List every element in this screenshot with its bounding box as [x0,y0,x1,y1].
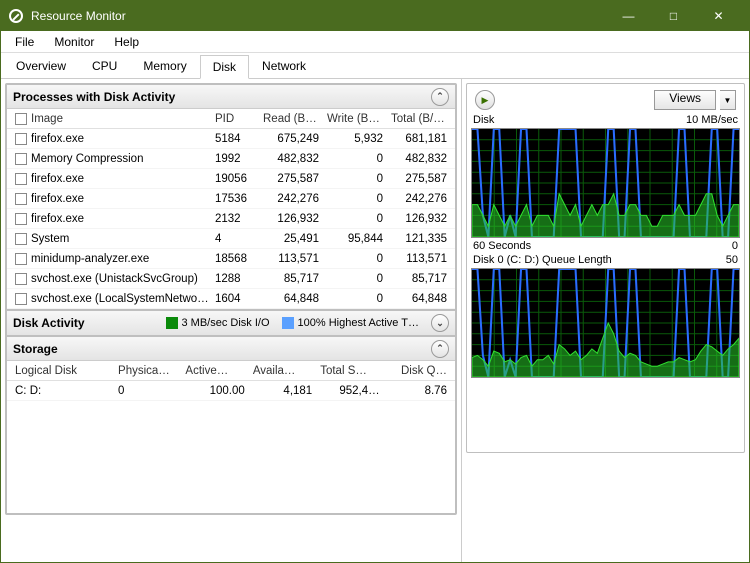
row-checkbox[interactable] [15,213,27,225]
col-total[interactable]: Total (B/sec) [387,113,451,125]
col-physical[interactable]: Physica… [114,365,181,377]
titlebar: Resource Monitor — □ ✕ [1,1,749,31]
table-row[interactable]: firefox.exe19056275,5870275,587 [7,169,455,189]
panel-processes-title: Processes with Disk Activity [13,90,175,104]
col-write[interactable]: Write (B/s… [323,113,387,125]
panel-storage-header[interactable]: Storage ⌃ [7,337,455,361]
tab-cpu[interactable]: CPU [79,54,130,78]
collapse-icon[interactable]: ⌃ [431,88,449,106]
processes-table-body: firefox.exe5184675,2495,932681,181Memory… [7,129,455,309]
chart1-canvas [471,128,740,238]
chart-queue: Disk 0 (C: D:) Queue Length 50 [471,254,740,378]
panel-disk-activity: Disk Activity 3 MB/sec Disk I/O 100% Hig… [6,310,456,336]
processes-table-header: Image PID Read (B/s… Write (B/s… Total (… [7,109,455,129]
col-diskq[interactable]: Disk Q… [384,365,451,377]
col-avail[interactable]: Availa… [249,365,316,377]
row-checkbox[interactable] [15,293,27,305]
views-button[interactable]: Views [654,90,716,110]
menubar: File Monitor Help [1,31,749,53]
panel-storage: Storage ⌃ Logical Disk Physica… Active… … [6,336,456,514]
row-checkbox[interactable] [15,273,27,285]
chart1-ymax: 10 MB/sec [686,114,738,126]
maximize-button[interactable]: □ [651,1,696,31]
graphs-frame: ▶ Views ▼ Disk 10 MB/sec 60 Seconds 0 Di… [466,83,745,453]
play-button[interactable]: ▶ [475,90,495,110]
table-row[interactable]: firefox.exe2132126,9320126,932 [7,209,455,229]
tab-overview[interactable]: Overview [3,54,79,78]
tab-disk[interactable]: Disk [200,55,249,79]
tabbar: Overview CPU Memory Disk Network [1,53,749,79]
panel-processes: Processes with Disk Activity ⌃ Image PID… [6,84,456,310]
row-checkbox[interactable] [15,193,27,205]
chart-disk: Disk 10 MB/sec 60 Seconds 0 [471,114,740,252]
table-row[interactable]: svchost.exe (UnistackSvcGroup)128885,717… [7,269,455,289]
table-row[interactable]: svchost.exe (LocalSystemNetwo…160464,848… [7,289,455,309]
table-row[interactable]: minidump-analyzer.exe18568113,5710113,57… [7,249,455,269]
chart2-canvas [471,268,740,378]
col-pid[interactable]: PID [211,113,259,125]
chart1-title: Disk [473,114,494,126]
highest-active-indicator: 100% Highest Active T… [282,317,419,329]
table-row[interactable]: C: D:0100.004,181952,4…8.76 [7,381,455,401]
app-icon [9,9,23,23]
col-logical[interactable]: Logical Disk [11,365,114,377]
views-dropdown-icon[interactable]: ▼ [720,90,736,110]
storage-table-body: C: D:0100.004,181952,4…8.76 [7,381,455,513]
col-active[interactable]: Active… [181,365,248,377]
col-totals[interactable]: Total S… [316,365,383,377]
checkbox-all[interactable] [15,113,27,125]
panel-disk-activity-title: Disk Activity [13,316,85,330]
green-chip-icon [166,317,178,329]
col-read[interactable]: Read (B/s… [259,113,323,125]
close-button[interactable]: ✕ [696,1,741,31]
row-checkbox[interactable] [15,253,27,265]
row-checkbox[interactable] [15,173,27,185]
menu-monitor[interactable]: Monitor [44,33,104,51]
col-image[interactable]: Image [11,113,211,125]
table-row[interactable]: firefox.exe17536242,2760242,276 [7,189,455,209]
panel-storage-title: Storage [13,342,58,356]
tab-network[interactable]: Network [249,54,319,78]
chart2-title: Disk 0 (C: D:) Queue Length [473,254,612,266]
table-row[interactable]: firefox.exe5184675,2495,932681,181 [7,129,455,149]
graph-toolbar: ▶ Views ▼ [471,88,740,112]
expand-icon[interactable]: ⌄ [431,314,449,332]
chart1-ymin: 0 [732,240,738,252]
blue-chip-icon [282,317,294,329]
table-row[interactable]: Memory Compression1992482,8320482,832 [7,149,455,169]
tab-memory[interactable]: Memory [130,54,199,78]
window-title: Resource Monitor [31,9,606,23]
chart2-ymax: 50 [726,254,738,266]
storage-table-header: Logical Disk Physica… Active… Availa… To… [7,361,455,381]
panel-disk-activity-header[interactable]: Disk Activity 3 MB/sec Disk I/O 100% Hig… [7,311,455,335]
panel-processes-header[interactable]: Processes with Disk Activity ⌃ [7,85,455,109]
row-checkbox[interactable] [15,133,27,145]
minimize-button[interactable]: — [606,1,651,31]
disk-io-indicator: 3 MB/sec Disk I/O [166,317,270,329]
menu-file[interactable]: File [5,33,44,51]
row-checkbox[interactable] [15,153,27,165]
row-checkbox[interactable] [15,233,27,245]
table-row[interactable]: System425,49195,844121,335 [7,229,455,249]
chart1-xlabel: 60 Seconds [473,240,531,252]
menu-help[interactable]: Help [104,33,149,51]
collapse-icon[interactable]: ⌃ [431,340,449,358]
